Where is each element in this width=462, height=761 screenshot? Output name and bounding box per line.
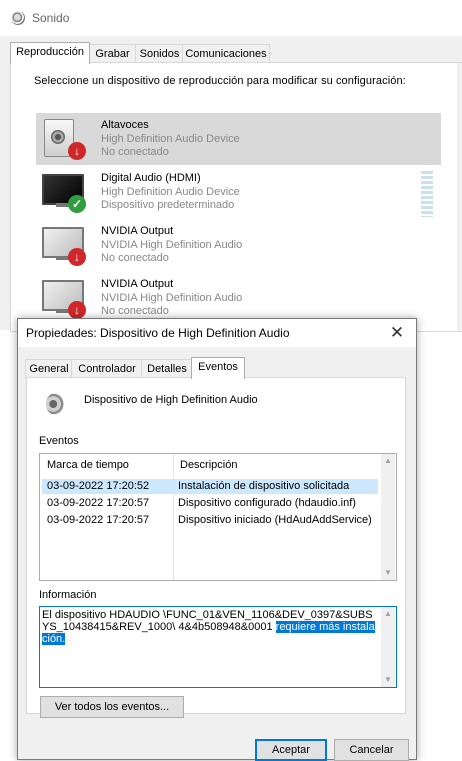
scroll-up-icon[interactable]: ▲	[381, 454, 395, 468]
event-row[interactable]: 03-09-2022 17:20:57 Dispositivo configur…	[42, 496, 378, 511]
event-description: Dispositivo iniciado (HdAudAddService)	[178, 514, 372, 526]
device-item-nvidia-2[interactable]: ↓ NVIDIA Output NVIDIA High Definition A…	[36, 272, 441, 324]
device-driver: High Definition Audio Device	[101, 133, 240, 145]
view-all-events-button[interactable]: Ver todos los eventos...	[40, 696, 184, 718]
device-status: No conectado	[101, 146, 169, 158]
device-item-altavoces[interactable]: ↓ Altavoces High Definition Audio Device…	[36, 113, 441, 165]
info-textbox[interactable]: El dispositivo HDAUDIO \FUNC_01&VEN_1106…	[39, 606, 397, 688]
device-list-scrollbar[interactable]	[457, 63, 462, 331]
properties-dialog: Propiedades: Dispositivo de High Definit…	[17, 318, 417, 761]
event-time: 03-09-2022 17:20:57	[47, 497, 150, 509]
close-icon[interactable]: ✕	[386, 322, 408, 344]
playback-instruction: Seleccione un dispositivo de reproducció…	[34, 75, 406, 87]
tab-comunicaciones[interactable]: Comunicaciones	[182, 44, 270, 64]
properties-titlebar: Propiedades: Dispositivo de High Definit…	[18, 319, 416, 347]
device-status: Dispositivo predeterminado	[101, 199, 235, 211]
events-list-scrollbar[interactable]: ▲ ▼	[381, 454, 395, 580]
device-name: Altavoces	[101, 119, 149, 131]
device-driver: NVIDIA High Definition Audio	[101, 292, 243, 304]
event-row[interactable]: 03-09-2022 17:20:52 Instalación de dispo…	[42, 479, 378, 494]
device-name: NVIDIA Output	[101, 278, 174, 290]
tab-general[interactable]: General	[25, 359, 73, 379]
events-list[interactable]: Marca de tiempo Descripción 03-09-2022 1…	[39, 453, 397, 581]
scroll-down-icon[interactable]: ▼	[381, 673, 395, 687]
device-name: Digital Audio (HDMI)	[101, 172, 201, 184]
info-scrollbar[interactable]: ▲ ▼	[381, 607, 395, 687]
disconnected-arrow-icon: ↓	[68, 142, 86, 160]
event-time: 03-09-2022 17:20:57	[47, 514, 150, 526]
cancel-button[interactable]: Cancelar	[334, 739, 409, 761]
info-text[interactable]: El dispositivo HDAUDIO \FUNC_01&VEN_1106…	[42, 609, 378, 645]
speaker-app-icon	[11, 11, 25, 25]
tab-grabar[interactable]: Grabar	[88, 44, 137, 64]
properties-title: Propiedades: Dispositivo de High Definit…	[26, 326, 290, 340]
sound-window-title: Sonido	[32, 11, 70, 25]
event-description: Dispositivo configurado (hdaudio.inf)	[178, 497, 356, 509]
device-item-nvidia-1[interactable]: ↓ NVIDIA Output NVIDIA High Definition A…	[36, 219, 441, 271]
playback-panel: Seleccione un dispositivo de reproducció…	[10, 62, 462, 332]
volume-level-meter	[421, 171, 433, 217]
accept-button[interactable]: Aceptar	[255, 739, 327, 761]
column-header-time[interactable]: Marca de tiempo	[47, 459, 129, 471]
events-label: Eventos	[39, 435, 79, 447]
column-header-description[interactable]: Descripción	[180, 459, 237, 471]
device-status: No conectado	[101, 252, 169, 264]
tab-sonidos[interactable]: Sonidos	[135, 44, 184, 64]
default-check-icon: ✓	[68, 195, 86, 213]
disconnected-arrow-icon: ↓	[68, 248, 86, 266]
event-time: 03-09-2022 17:20:52	[47, 480, 150, 492]
tab-reproduccion[interactable]: Reproducción	[10, 42, 90, 64]
device-driver: High Definition Audio Device	[101, 186, 240, 198]
tab-detalles[interactable]: Detalles	[141, 359, 193, 379]
sound-window: Sonido Reproducción Grabar Sonidos Comun…	[0, 0, 462, 332]
scroll-down-icon[interactable]: ▼	[381, 566, 395, 580]
scroll-up-icon[interactable]: ▲	[381, 607, 395, 621]
events-list-header: Marca de tiempo Descripción	[40, 454, 380, 580]
device-status: No conectado	[101, 305, 169, 317]
sound-titlebar: Sonido	[0, 0, 462, 36]
device-name: NVIDIA Output	[101, 225, 174, 237]
disconnected-arrow-icon: ↓	[68, 301, 86, 319]
device-item-hdmi[interactable]: ✓ Digital Audio (HDMI) High Definition A…	[36, 166, 441, 218]
event-description: Instalación de dispositivo solicitada	[178, 480, 350, 492]
event-row[interactable]: 03-09-2022 17:20:57 Dispositivo iniciado…	[42, 513, 378, 528]
events-panel: Dispositivo de High Definition Audio Eve…	[26, 377, 406, 718]
info-label: Información	[39, 589, 97, 601]
device-name: Dispositivo de High Definition Audio	[84, 394, 258, 406]
speaker-icon	[42, 390, 68, 418]
device-driver: NVIDIA High Definition Audio	[101, 239, 243, 251]
tab-eventos[interactable]: Eventos	[191, 357, 245, 379]
tab-controlador[interactable]: Controlador	[71, 359, 143, 379]
